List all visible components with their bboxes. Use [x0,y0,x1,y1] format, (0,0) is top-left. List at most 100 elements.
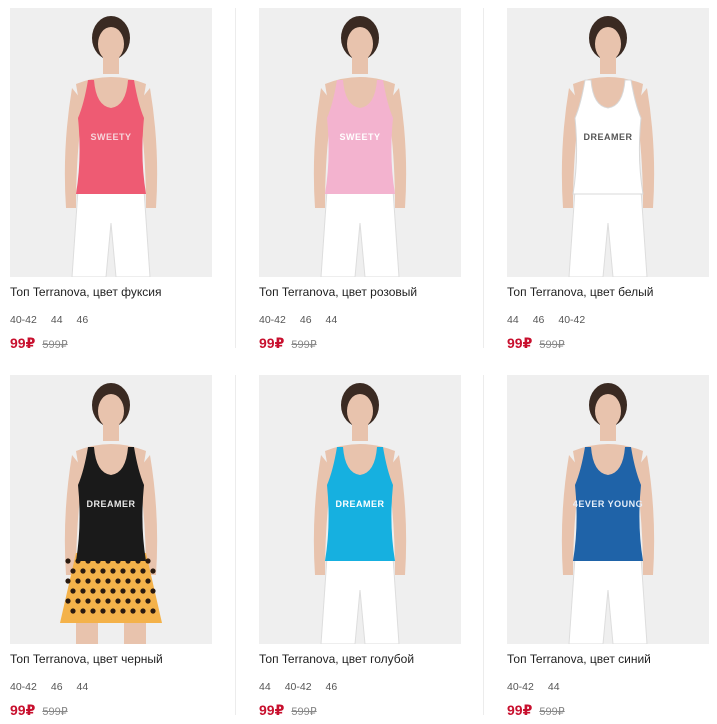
size-option[interactable]: 40-42 [507,680,534,694]
product-image[interactable]: DREAMER [10,375,212,644]
skirt-dot [145,578,151,584]
size-option[interactable]: 40-42 [10,680,37,694]
skirt-dot [130,568,136,574]
skirt-dot [95,578,101,584]
face [595,394,621,428]
skirt-dot [150,608,156,614]
top-print-text: SWEETY [339,132,380,142]
current-price: 99₽ [10,702,36,718]
price-row: 99₽ 599₽ [259,335,461,352]
product-title[interactable]: Топ Terranova, цвет черный [10,652,212,666]
product-image[interactable]: DREAMER [259,375,461,644]
product-image[interactable]: 4EVER YOUNG [507,375,709,644]
skirt-dot [110,568,116,574]
product-card[interactable]: DREAMER Топ Terranova, цвет белый 44 46 40… [507,8,709,352]
old-price: 599₽ [539,706,565,718]
product-title[interactable]: Топ Terranova, цвет белый [507,285,709,299]
product-image[interactable]: SWEETY [259,8,461,277]
model-illustration: DREAMER [10,375,212,644]
size-option[interactable]: 44 [326,313,338,327]
top-print-text: DREAMER [583,132,632,142]
model-illustration: DREAMER [507,8,709,277]
current-price: 99₽ [10,335,36,351]
model-illustration: SWEETY [10,8,212,277]
size-option[interactable]: 40-42 [285,680,312,694]
price-row: 99₽ 599₽ [259,702,461,719]
right-leg [124,623,146,644]
product-image[interactable]: DREAMER [507,8,709,277]
skirt-dot [100,608,106,614]
size-option[interactable]: 46 [77,313,89,327]
size-option[interactable]: 46 [51,680,63,694]
column-divider [483,8,484,348]
product-card[interactable]: SWEETY Топ Terranova, цвет фуксия 40-42 4… [10,8,212,352]
size-option[interactable]: 40-42 [259,313,286,327]
skirt-dot [135,578,141,584]
product-title[interactable]: Топ Terranova, цвет фуксия [10,285,212,299]
skirt-dot [140,588,146,594]
size-option[interactable]: 40-42 [10,313,37,327]
product-card[interactable]: SWEETY Топ Terranova, цвет розовый 40-42… [259,8,461,352]
size-option[interactable]: 44 [259,680,271,694]
size-option[interactable]: 46 [326,680,338,694]
column-divider [235,8,236,348]
size-option[interactable]: 46 [533,313,545,327]
skirt-dot [100,568,106,574]
size-list: 40-42 46 44 [259,313,461,327]
current-price: 99₽ [259,335,285,351]
skirt-dot [140,608,146,614]
top-print-text: DREAMER [335,499,384,509]
size-option[interactable]: 44 [507,313,519,327]
old-price: 599₽ [539,339,565,351]
skirt-dot [110,608,116,614]
skirt-dot [80,568,86,574]
skirt-dot [95,598,101,604]
current-price: 99₽ [507,335,533,351]
skirt-dot [145,558,151,564]
size-option[interactable]: 44 [77,680,89,694]
old-price: 599₽ [291,706,317,718]
skirt-dot [130,608,136,614]
skirt-dot [80,588,86,594]
skirt-dot [150,568,156,574]
model-illustration: SWEETY [259,8,461,277]
size-list: 40-42 44 [507,680,709,694]
skirt-dot [90,608,96,614]
product-title[interactable]: Топ Terranova, цвет голубой [259,652,461,666]
skirt-dot [130,588,136,594]
skirt-dot [115,578,121,584]
old-price: 599₽ [291,339,317,351]
skirt-dot [100,588,106,594]
product-card[interactable]: DREAMER Топ Terranova, цвет голубой 44 40… [259,375,461,719]
product-image[interactable]: SWEETY [10,8,212,277]
size-list: 44 40-42 46 [259,680,461,694]
size-option[interactable]: 40-42 [558,313,585,327]
price-row: 99₽ 599₽ [507,702,709,719]
price-row: 99₽ 599₽ [507,335,709,352]
size-option[interactable]: 46 [300,313,312,327]
size-option[interactable]: 44 [51,313,63,327]
top-print-text: DREAMER [86,499,135,509]
top-print-text: SWEETY [90,132,131,142]
skirt-dot [65,558,71,564]
product-title[interactable]: Топ Terranova, цвет синий [507,652,709,666]
skirt-dot [115,598,121,604]
column-divider [235,375,236,715]
model-illustration: DREAMER [259,375,461,644]
face [347,27,373,61]
product-title[interactable]: Топ Terranova, цвет розовый [259,285,461,299]
product-card[interactable]: 4EVER YOUNG Топ Terranova, цвет синий 40… [507,375,709,719]
skirt-dot [90,588,96,594]
size-list: 40-42 44 46 [10,313,212,327]
skirt-dot [70,608,76,614]
size-option[interactable]: 44 [548,680,560,694]
left-leg [76,623,98,644]
skirt-dot [90,568,96,574]
model-illustration: 4EVER YOUNG [507,375,709,644]
skirt-dot [135,598,141,604]
skirt-dot [125,598,131,604]
skirt-dot [110,588,116,594]
skirt-dot [75,598,81,604]
skirt-dot [120,588,126,594]
product-card[interactable]: DREAMER Топ Terranova, цвет черный 40-42… [10,375,212,719]
